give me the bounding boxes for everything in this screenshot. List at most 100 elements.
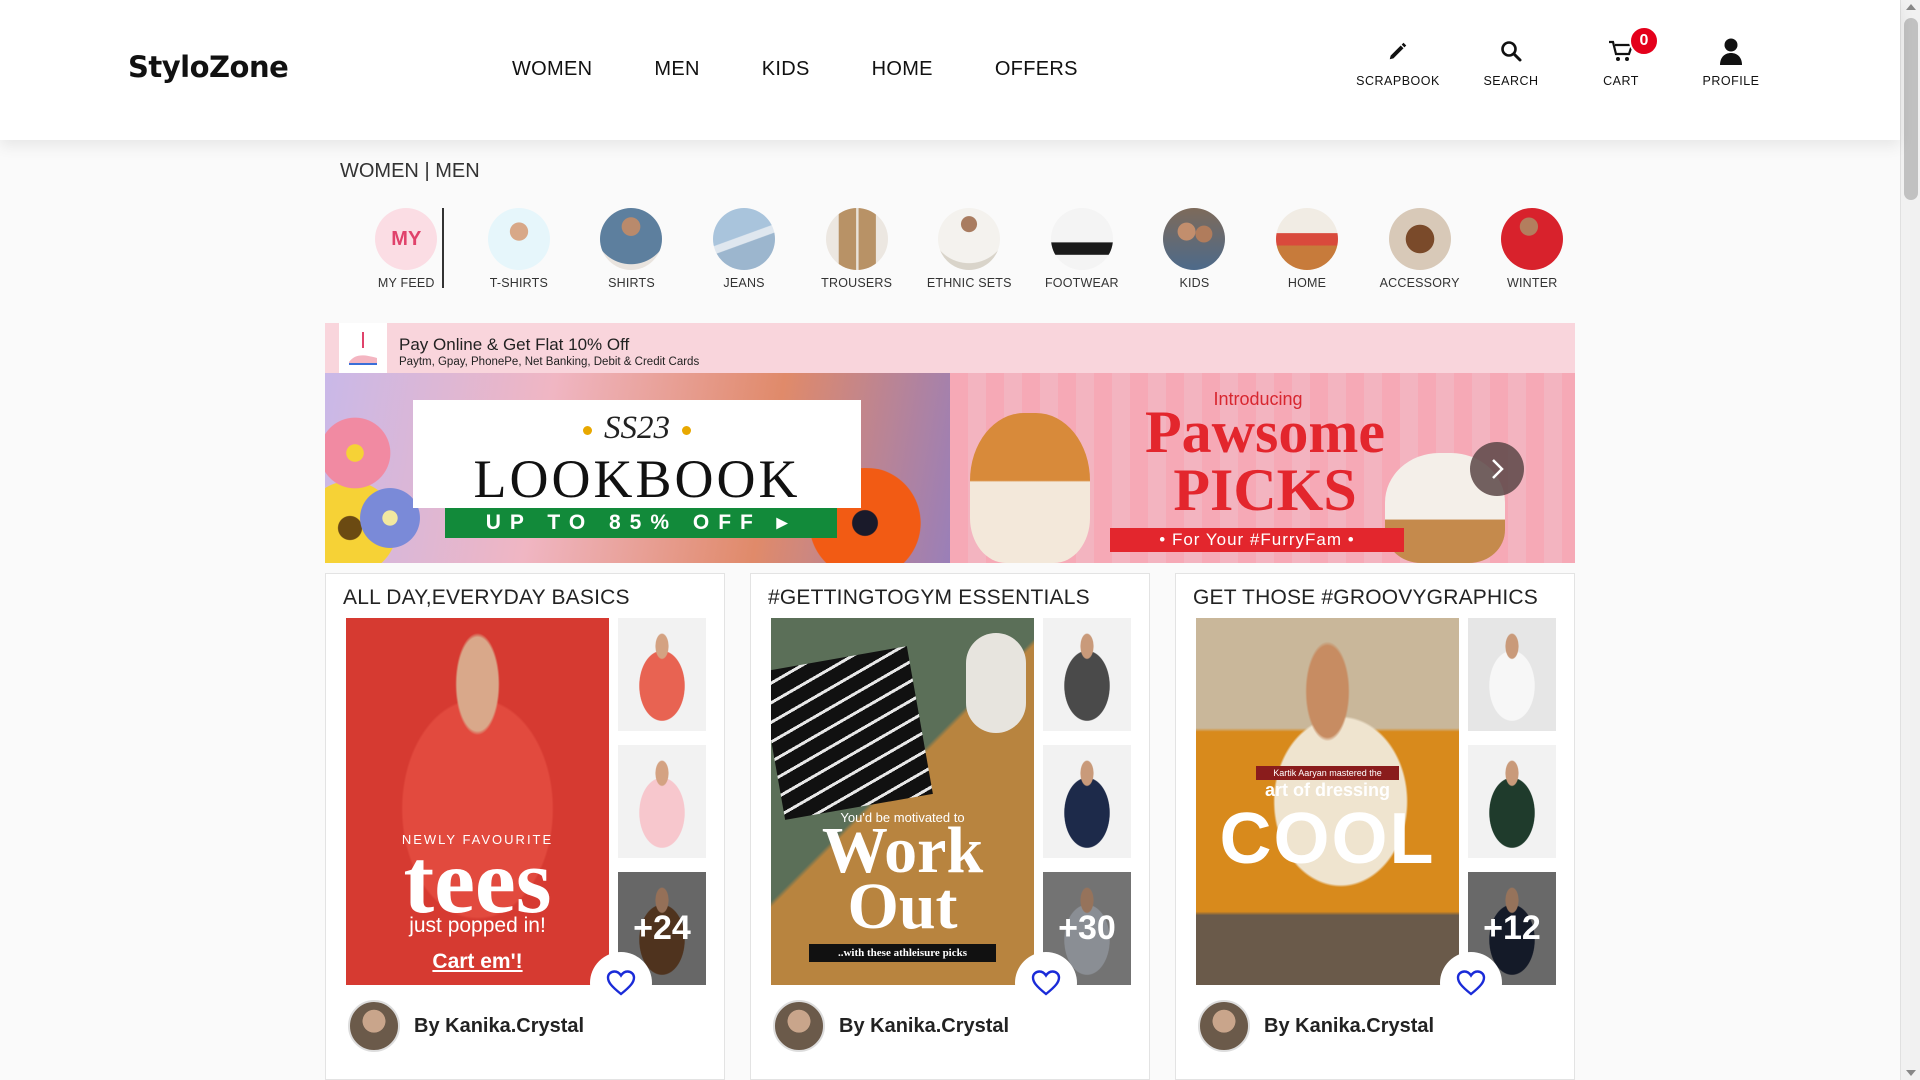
- category-jeans[interactable]: JEANS: [688, 208, 801, 290]
- category-label: FOOTWEAR: [1044, 276, 1119, 290]
- hero-text: Kartik Aaryan mastered the: [1256, 766, 1399, 780]
- my-feed-badge: MY: [375, 208, 438, 270]
- scrapbook-label: SCRAPBOOK: [1356, 74, 1440, 88]
- category-ethnic-sets[interactable]: ETHNIC SETS: [913, 208, 1026, 290]
- avatar: [1198, 1000, 1250, 1052]
- category-label: T-SHIRTS: [489, 276, 549, 290]
- cart-label: CART: [1603, 74, 1639, 88]
- category-label: ETHNIC SETS: [926, 276, 1012, 290]
- nav-kids[interactable]: KIDS: [762, 58, 810, 81]
- collection-cards: ALL DAY,EVERYDAY BASICS NEWLY FAVOURITE …: [325, 573, 1575, 1080]
- card-title: GET THOSE #GROOVYGRAPHICS: [1193, 586, 1538, 609]
- category-label: WINTER: [1506, 276, 1558, 290]
- category-trousers[interactable]: TROUSERS: [800, 208, 913, 290]
- card-hero-image[interactable]: Kartik Aaryan mastered the art of dressi…: [1196, 618, 1459, 985]
- hero-text: Cart em'!: [432, 950, 523, 973]
- scroll-thumb[interactable]: [1904, 18, 1918, 200]
- card-hero-image[interactable]: You'd be motivated to Work Out ..with th…: [771, 618, 1034, 985]
- pawsome-title: Pawsome PICKS: [1145, 399, 1385, 523]
- category-image: [1050, 208, 1113, 270]
- category-accessory[interactable]: ACCESSORY: [1363, 208, 1476, 290]
- favorite-button[interactable]: [590, 952, 652, 1014]
- category-winter[interactable]: WINTER: [1476, 208, 1589, 290]
- offer-hand-icon: [339, 323, 387, 373]
- category-label: SHIRTS: [608, 276, 655, 290]
- shoe-graphic: [966, 633, 1026, 733]
- category-label: HOME: [1287, 276, 1327, 290]
- category-label: MY FEED: [377, 276, 435, 290]
- search-icon: [1456, 34, 1566, 68]
- nav-offers[interactable]: OFFERS: [995, 58, 1078, 81]
- category-image: [600, 208, 663, 270]
- category-shirts[interactable]: SHIRTS: [575, 208, 688, 290]
- scroll-down-arrow-icon[interactable]: [1906, 1070, 1916, 1076]
- collection-card[interactable]: ALL DAY,EVERYDAY BASICS NEWLY FAVOURITE …: [325, 573, 725, 1080]
- offer-subtitle: Paytm, Gpay, PhonePe, Net Banking, Debit…: [399, 356, 700, 368]
- category-kids[interactable]: KIDS: [1138, 208, 1251, 290]
- product-thumbnail[interactable]: [1043, 618, 1131, 731]
- main-nav: WOMEN MEN KIDS HOME OFFERS: [512, 58, 1140, 81]
- category-image: [1501, 208, 1564, 270]
- tshirt-graphic: [771, 646, 933, 820]
- author-link[interactable]: By Kanika.Crystal: [348, 1000, 584, 1052]
- site-header: StyloZone WOMEN MEN KIDS HOME OFFERS SCR…: [0, 0, 1900, 140]
- hero-text: just popped in!: [409, 914, 546, 937]
- lookbook-title: LOOKBOOK: [473, 449, 801, 509]
- card-hero-image[interactable]: NEWLY FAVOURITE tees just popped in! Car…: [346, 618, 609, 985]
- author-name: By Kanika.Crystal: [414, 1014, 585, 1037]
- author-name: By Kanika.Crystal: [839, 1014, 1010, 1037]
- lookbook-season: SS23: [413, 410, 861, 447]
- category-image: [1163, 208, 1226, 270]
- cart-count-badge: 0: [1629, 26, 1659, 56]
- nav-men[interactable]: MEN: [654, 58, 699, 81]
- pawsome-tagline: • For Your #FurryFam •: [1110, 528, 1404, 552]
- pencil-icon: [1340, 34, 1456, 68]
- category-strip: MY MY FEED T-SHIRTS SHIRTS JEANS TROUSER…: [350, 208, 1589, 290]
- lookbook-banner[interactable]: SS23 LOOKBOOK UP TO 85% OFF ▸: [325, 373, 950, 563]
- carousel-next-button[interactable]: [1470, 442, 1524, 496]
- gender-women-link[interactable]: WOMEN: [340, 160, 419, 182]
- scroll-up-arrow-icon[interactable]: [1906, 4, 1916, 10]
- card-title: ALL DAY,EVERYDAY BASICS: [343, 586, 630, 609]
- gender-switch: WOMEN | MEN: [340, 160, 480, 183]
- brand-logo[interactable]: StyloZone: [128, 50, 289, 84]
- product-thumbnail[interactable]: [1468, 745, 1556, 858]
- favorite-button[interactable]: [1440, 952, 1502, 1014]
- heart-icon: [1031, 970, 1061, 996]
- flower-decoration: [325, 413, 395, 493]
- product-thumbnail[interactable]: [618, 618, 706, 731]
- offer-title: Pay Online & Get Flat 10% Off: [399, 335, 630, 354]
- dog-illustration: [970, 413, 1090, 563]
- author-link[interactable]: By Kanika.Crystal: [773, 1000, 1009, 1052]
- category-image: [825, 208, 888, 270]
- collection-card[interactable]: GET THOSE #GROOVYGRAPHICS Kartik Aaryan …: [1175, 573, 1575, 1080]
- gender-men-link[interactable]: MEN: [435, 160, 479, 182]
- author-link[interactable]: By Kanika.Crystal: [1198, 1000, 1434, 1052]
- avatar: [348, 1000, 400, 1052]
- lookbook-discount: UP TO 85% OFF ▸: [445, 508, 837, 538]
- category-image: [1388, 208, 1451, 270]
- cart-button[interactable]: 0 CART: [1566, 26, 1676, 88]
- category-image: [1276, 208, 1339, 270]
- product-thumbnail[interactable]: [1043, 745, 1131, 858]
- hero-text: tees: [403, 830, 552, 932]
- category-footwear[interactable]: FOOTWEAR: [1026, 208, 1139, 290]
- category-my-feed[interactable]: MY MY FEED: [350, 208, 463, 290]
- category-home[interactable]: HOME: [1251, 208, 1364, 290]
- collection-card[interactable]: #GETTINGTOGYM ESSENTIALS You'd be motiva…: [750, 573, 1150, 1080]
- nav-home[interactable]: HOME: [872, 58, 933, 81]
- favorite-button[interactable]: [1015, 952, 1077, 1014]
- payment-offer-bar[interactable]: Pay Online & Get Flat 10% Off Paytm, Gpa…: [325, 323, 1575, 373]
- nav-women[interactable]: WOMEN: [512, 58, 592, 81]
- profile-button[interactable]: PROFILE: [1676, 34, 1786, 88]
- category-t-shirts[interactable]: T-SHIRTS: [463, 208, 576, 290]
- category-label: TROUSERS: [821, 276, 893, 290]
- hero-text: ..with these athleisure picks: [809, 944, 996, 962]
- avatar: [773, 1000, 825, 1052]
- product-thumbnail[interactable]: [1468, 618, 1556, 731]
- page-scrollbar[interactable]: [1900, 0, 1920, 1080]
- scrapbook-button[interactable]: SCRAPBOOK: [1340, 34, 1456, 88]
- product-thumbnail[interactable]: [618, 745, 706, 858]
- search-button[interactable]: SEARCH: [1456, 34, 1566, 88]
- banner-carousel: SS23 LOOKBOOK UP TO 85% OFF ▸ Introducin…: [325, 373, 1575, 563]
